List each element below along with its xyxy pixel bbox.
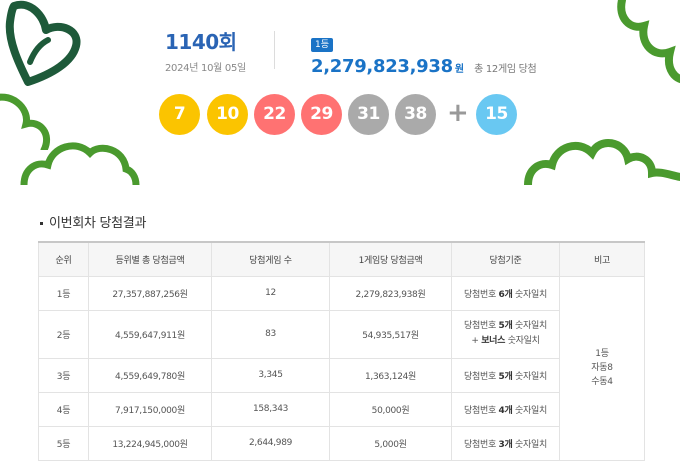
criteria-cell: 당첨번호 4개 숫자일치 <box>451 391 560 427</box>
criteria-cell: 당첨번호 6개 숫자일치 <box>451 275 560 311</box>
first-prize-info: 1등 2,279,823,938 원 총 12게임 당첨 <box>311 32 571 77</box>
lotto-ball: 29 <box>301 94 342 135</box>
lotto-ball: 38 <box>395 94 436 135</box>
table-row: 2등 4,559,647,911원 83 54,935,517원 당첨번호 5개… <box>38 309 645 359</box>
rank-cell: 3등 <box>38 357 89 393</box>
per-game-cell: 1,363,124원 <box>329 357 452 393</box>
divider <box>274 31 275 69</box>
cloud-decoration-icon <box>617 0 680 83</box>
total-cell: 4,559,647,911원 <box>88 309 212 359</box>
results-table: 순위 등위별 총 당첨금액 당첨게임 수 1게임당 당첨금액 당첨기준 비고 1… <box>38 241 645 461</box>
round-info: 1140회 2024년 10월 05일 <box>165 30 265 74</box>
bullet <box>40 222 43 225</box>
plus-sign: + <box>447 98 469 128</box>
header-note: 비고 <box>559 241 645 277</box>
cloud-decoration-icon <box>20 142 140 185</box>
criteria-cell: 당첨번호 5개 숫자일치 + 보너스 숫자일치 <box>451 309 560 359</box>
criteria-cell: 당첨번호 5개 숫자일치 <box>451 357 560 393</box>
per-game-cell: 2,279,823,938원 <box>329 275 452 311</box>
per-game-cell: 54,935,517원 <box>329 309 452 359</box>
table-row: 1등 27,357,887,256원 12 2,279,823,938원 당첨번… <box>38 275 645 461</box>
rank-cell: 1등 <box>38 275 89 311</box>
first-prize-amount: 2,279,823,938 <box>311 56 453 77</box>
total-cell: 27,357,887,256원 <box>88 275 212 311</box>
games-cell: 12 <box>211 275 330 311</box>
lotto-ball: 31 <box>348 94 389 135</box>
draw-result-banner: 1140회 2024년 10월 05일 1등 2,279,823,938 원 총 1… <box>0 0 680 185</box>
lotto-ball: 10 <box>207 94 248 135</box>
section-title: 이번회차 당첨결과 <box>40 212 146 231</box>
table-row: 5등 13,224,945,000원 2,644,989 5,000원 당첨번호… <box>38 425 645 461</box>
header-per-game: 1게임당 당첨금액 <box>329 241 452 277</box>
header-games: 당첨게임 수 <box>211 241 330 277</box>
games-cell: 3,345 <box>211 357 330 393</box>
total-cell: 7,917,150,000원 <box>88 391 212 427</box>
per-game-cell: 50,000원 <box>329 391 452 427</box>
table-row: 3등 4,559,649,780원 3,345 1,363,124원 당첨번호 … <box>38 357 645 393</box>
lotto-ball: 22 <box>254 94 295 135</box>
games-cell: 2,644,989 <box>211 425 330 461</box>
rank-cell: 5등 <box>38 425 89 461</box>
table-header-row: 순위 등위별 총 당첨금액 당첨게임 수 1게임당 당첨금액 당첨기준 비고 <box>38 241 645 277</box>
cloud-decoration-icon <box>524 139 680 185</box>
games-cell: 158,343 <box>211 391 330 427</box>
games-cell: 83 <box>211 309 330 359</box>
total-cell: 13,224,945,000원 <box>88 425 212 461</box>
table-row: 4등 7,917,150,000원 158,343 50,000원 당첨번호 4… <box>38 391 645 427</box>
per-game-cell: 5,000원 <box>329 425 452 461</box>
header-rank: 순위 <box>38 241 89 277</box>
total-cell: 4,559,649,780원 <box>88 357 212 393</box>
winner-count: 총 12게임 당첨 <box>474 64 537 75</box>
lotto-ball: 7 <box>159 94 200 135</box>
round-number: 1140회 <box>165 30 237 54</box>
note-cell: 1등 자동8 수동4 <box>559 275 645 461</box>
rank-cell: 4등 <box>38 391 89 427</box>
draw-date: 2024년 10월 05일 <box>165 63 246 74</box>
clover-heart-icon <box>5 0 81 86</box>
header-criteria: 당첨기준 <box>451 241 560 277</box>
rank-badge: 1등 <box>311 38 334 52</box>
rank-cell: 2등 <box>38 309 89 359</box>
header-total: 등위별 총 당첨금액 <box>88 241 212 277</box>
currency-unit: 원 <box>454 64 465 75</box>
criteria-cell: 당첨번호 3개 숫자일치 <box>451 425 560 461</box>
bonus-ball: 15 <box>476 94 517 135</box>
